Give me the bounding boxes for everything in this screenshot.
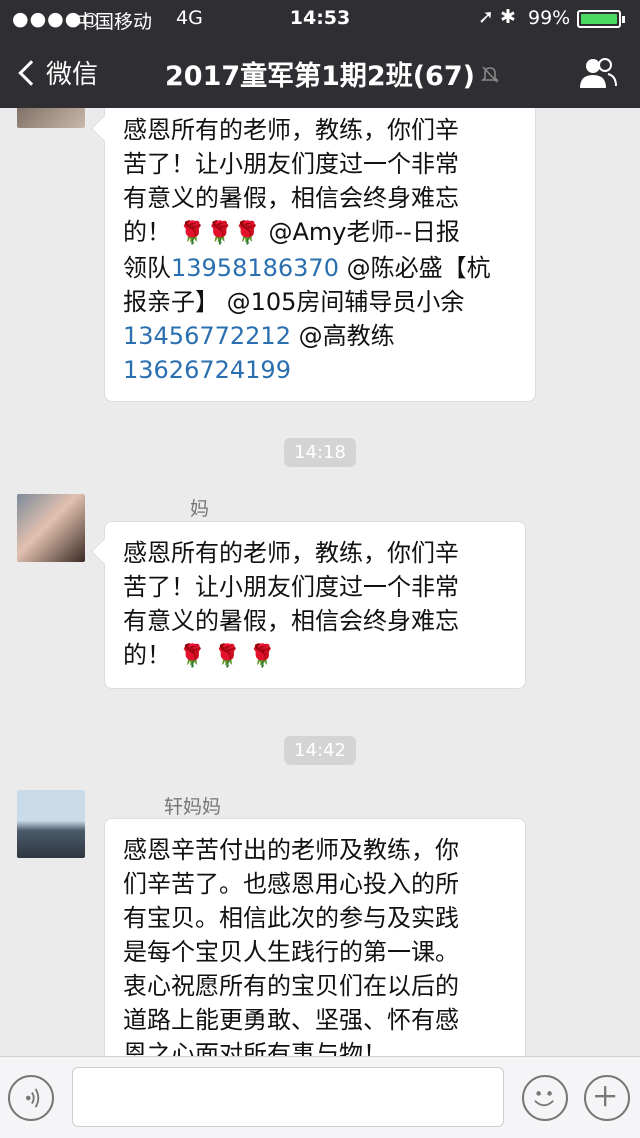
nav-bar: 微信 2017童军第1期2班(67) <box>0 36 640 108</box>
message-line: 感恩所有的老师，教练，你们辛 <box>123 116 459 144</box>
message-line: 的！ 🌹🌹🌹 @Amy老师--日报 <box>123 215 517 251</box>
message-bubble[interactable]: 感恩辛苦付出的老师及教练，你 们辛苦了。也感恩用心投入的所 有宝贝。相信此次的参… <box>104 818 526 1056</box>
phone-link[interactable]: 13626724199 <box>123 356 291 384</box>
mute-icon <box>481 66 499 83</box>
message-line: 恩之心面对所有事与物！ <box>123 1040 387 1056</box>
message-bubble[interactable]: 感恩所有的老师，教练，你们辛 苦了！让小朋友们度过一个非常 有意义的暑假，相信会… <box>104 521 526 689</box>
message-text: 的！ <box>123 641 171 669</box>
message-line: 道路上能更勇敢、坚强、怀有感 <box>123 1006 459 1034</box>
message-line: 13626724199 <box>123 353 517 387</box>
battery-icon <box>577 10 625 28</box>
message-text: 的！ <box>123 218 171 246</box>
top-bar: ●●●●○ 中国移动 4G 14:53 ➚ ✱ 99% 微信 2017童军第1期… <box>0 0 640 108</box>
plus-icon[interactable] <box>584 1075 630 1121</box>
rose-emoji: 🌹 <box>206 221 234 246</box>
location-icon: ➚ <box>478 6 494 28</box>
message-line: 报亲子】 @105房间辅导员小余 <box>123 288 465 316</box>
message-line: 苦了！让小朋友们度过一个非常 <box>123 150 459 178</box>
message-line: 衷心祝愿所有的宝贝们在以后的 <box>123 972 459 1000</box>
message-text: 领队 <box>123 254 171 282</box>
phone-link[interactable]: 13456772212 <box>123 322 291 350</box>
message-line: 领队13958186370 @陈必盛【杭 <box>123 251 517 285</box>
bluetooth-icon: ✱ <box>500 6 516 28</box>
status-bar: ●●●●○ 中国移动 4G 14:53 ➚ ✱ 99% <box>0 0 640 36</box>
rose-emoji: 🌹 <box>178 644 207 669</box>
rose-emoji: 🌹 <box>178 221 207 246</box>
message-text: @高教练 <box>298 322 395 350</box>
avatar[interactable] <box>17 790 85 858</box>
input-bar <box>0 1056 640 1138</box>
message-line: 有宝贝。相信此次的参与及实践 <box>123 904 459 932</box>
chat-area[interactable]: 感恩所有的老师，教练，你们辛 苦了！让小朋友们度过一个非常 有意义的暑假，相信会… <box>0 108 640 1056</box>
phone-link[interactable]: 13958186370 <box>171 254 339 282</box>
message-line: 是每个宝贝人生践行的第一课。 <box>123 938 459 966</box>
rose-emoji: 🌹 <box>233 221 261 246</box>
message-bubble[interactable]: 感恩所有的老师，教练，你们辛 苦了！让小朋友们度过一个非常 有意义的暑假，相信会… <box>104 108 536 402</box>
message-line: 有意义的暑假，相信会终身难忘 <box>123 607 459 635</box>
emoji-icon[interactable] <box>522 1075 568 1121</box>
message-line: 们辛苦了。也感恩用心投入的所 <box>123 870 459 898</box>
voice-icon[interactable] <box>8 1075 54 1121</box>
message-text: @陈必盛【杭 <box>346 254 491 282</box>
timestamp: 14:18 <box>284 438 356 467</box>
timestamp: 14:42 <box>284 736 356 765</box>
avatar[interactable] <box>17 108 85 128</box>
message-line: 感恩所有的老师，教练，你们辛 <box>123 539 459 567</box>
group-members-icon[interactable] <box>578 56 618 90</box>
rose-emoji: 🌹 <box>213 644 242 669</box>
battery-percent: 99% <box>528 7 571 29</box>
message-line: 的！ 🌹 🌹 🌹 <box>123 638 507 674</box>
sender-name: 轩妈妈 <box>164 796 222 818</box>
message-line: 苦了！让小朋友们度过一个非常 <box>123 573 459 601</box>
sender-name: 妈 <box>190 498 210 520</box>
message-text: @Amy老师--日报 <box>268 218 460 246</box>
message-line: 13456772212 @高教练 <box>123 319 517 353</box>
avatar[interactable] <box>17 494 85 562</box>
chat-title: 2017童军第1期2班(67) <box>165 61 475 92</box>
message-line: 有意义的暑假，相信会终身难忘 <box>123 184 459 212</box>
rose-emoji: 🌹 <box>248 644 277 669</box>
message-line: 感恩辛苦付出的老师及教练，你 <box>123 836 459 864</box>
message-input[interactable] <box>72 1067 504 1127</box>
